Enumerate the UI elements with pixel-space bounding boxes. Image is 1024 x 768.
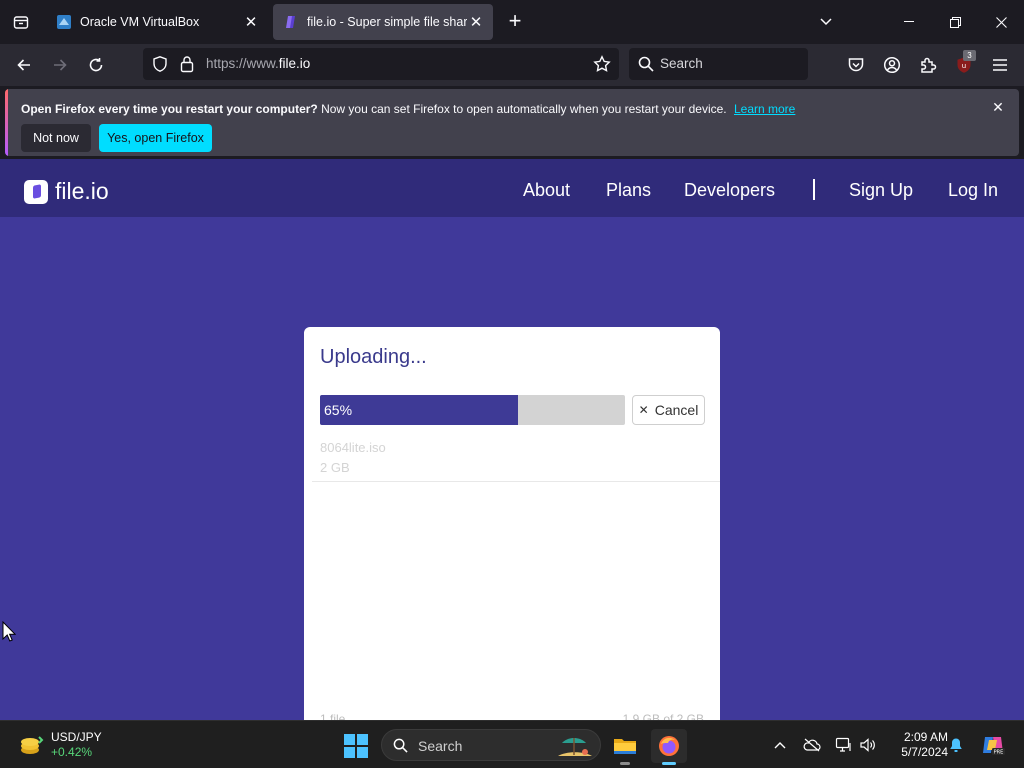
card-divider [312,481,720,482]
minimize-icon[interactable] [886,0,932,44]
web-page: file.io About Plans Developers Sign Up L… [0,159,1024,720]
upload-total: 1.9 GB of 2 GB [622,712,704,720]
yes-open-firefox-button[interactable]: Yes, open Firefox [99,124,212,152]
upload-heading: Uploading... [320,346,427,368]
copilot-pre-icon[interactable]: PRE [980,735,1006,756]
not-now-button[interactable]: Not now [21,124,91,152]
account-icon[interactable] [878,51,906,79]
file-size: 2 GB [320,460,350,475]
nav-sign-up[interactable]: Sign Up [849,180,913,201]
svg-text:u: u [962,62,966,70]
close-window-icon[interactable] [978,0,1024,44]
file-count: 1 file [320,712,346,720]
file-name: 8064lite.iso [320,440,386,455]
currency-widget-icon[interactable] [18,733,44,757]
list-all-tabs-icon[interactable] [814,12,838,32]
progress-percent: 65% [324,402,353,418]
ticker-widget[interactable]: USD/JPY +0.42% [51,730,102,760]
windows-taskbar: USD/JPY +0.42% Search 2:09 AM 5/7/2024 P… [0,720,1024,768]
search-box[interactable]: Search [629,48,808,80]
clock-time: 2:09 AM [903,730,948,744]
navigation-toolbar: https://www.file.io Search u 3 [0,44,1024,86]
extension-badge: 3 [963,50,976,61]
tab-virtualbox[interactable]: Oracle VM VirtualBox ✕ [46,4,268,40]
close-tab-icon[interactable]: ✕ [242,13,260,31]
notification-body-text: Now you can set Firefox to open automati… [321,102,727,116]
search-highlight-beach-icon [558,738,592,756]
virtualbox-icon [56,14,72,30]
back-icon[interactable] [10,51,38,79]
close-notification-icon[interactable]: ✕ [990,99,1006,115]
cancel-label: Cancel [654,402,699,418]
restore-icon[interactable] [932,0,978,44]
network-icon[interactable] [834,735,854,755]
app-active-indicator [662,762,676,765]
volume-icon[interactable] [858,735,878,755]
nav-developers[interactable]: Developers [684,180,775,201]
fileio-favicon-icon [283,14,299,30]
tab-fileio[interactable]: file.io - Super simple file sharing ✕ [273,4,493,40]
tab-title: file.io - Super simple file sharing [307,15,467,29]
site-header: file.io About Plans Developers Sign Up L… [0,159,1024,217]
ticker-change: +0.42% [51,745,93,759]
reload-icon[interactable] [82,51,110,79]
tab-title: Oracle VM VirtualBox [80,15,200,29]
learn-more-link[interactable]: Learn more [734,102,795,116]
url-host: file.io [278,56,311,71]
notification-message: Open Firefox every time you restart your… [21,102,795,116]
tracking-protection-shield-icon[interactable] [151,55,169,78]
bookmark-star-icon[interactable] [593,55,611,78]
taskbar-search-placeholder: Search [418,738,463,754]
firefox-view-icon[interactable] [0,0,42,44]
url-text: https://www.file.io [206,56,310,71]
fileio-logo-icon [24,179,48,204]
notification-accent [5,89,8,156]
nav-divider [813,179,815,200]
default-browser-notification: Open Firefox every time you restart your… [5,89,1019,156]
file-explorer-icon [614,739,636,754]
system-clock[interactable]: 2:09 AM 5/7/2024 [884,730,948,760]
search-placeholder: Search [660,56,703,71]
url-prefix: https://www. [206,56,279,71]
ticker-name: USD/JPY [51,730,102,744]
notifications-bell-icon[interactable] [946,735,966,755]
onedrive-off-icon[interactable] [802,735,822,755]
tab-strip: Oracle VM VirtualBox ✕ file.io - Super s… [0,0,1024,44]
search-icon [393,738,408,758]
firefox-app[interactable] [651,729,687,765]
address-bar[interactable]: https://www.file.io [143,48,619,80]
app-indicator [620,762,630,765]
fileio-logo[interactable]: file.io [24,178,109,205]
close-tab-icon[interactable]: ✕ [467,13,485,31]
new-tab-icon[interactable]: + [503,10,527,34]
upload-progress-bar: 65% [320,395,625,425]
file-explorer-app[interactable] [607,729,643,765]
nav-about[interactable]: About [523,180,570,201]
notification-bold-text: Open Firefox every time you restart your… [21,102,318,116]
search-icon [638,56,654,77]
forward-icon[interactable] [46,51,74,79]
taskbar-search[interactable]: Search [381,729,601,761]
clock-date: 5/7/2024 [901,745,948,759]
cancel-button[interactable]: ✕ Cancel [632,395,705,425]
svg-text:PRE: PRE [994,750,1004,756]
nav-log-in[interactable]: Log In [948,180,998,201]
logo-text: file.io [55,178,109,204]
firefox-icon [659,736,679,756]
menu-hamburger-icon[interactable] [986,51,1014,79]
nav-plans[interactable]: Plans [606,180,651,201]
extensions-puzzle-icon[interactable] [914,51,942,79]
pocket-icon[interactable] [842,51,870,79]
show-hidden-icons-chevron-icon[interactable] [770,735,790,755]
lock-icon[interactable] [179,55,195,78]
cancel-x-icon: ✕ [638,403,649,417]
mouse-cursor-icon [2,621,16,642]
upload-card: Uploading... 65% ✕ Cancel 8064lite.iso 2… [304,327,720,720]
windows-start-icon[interactable] [344,734,368,758]
